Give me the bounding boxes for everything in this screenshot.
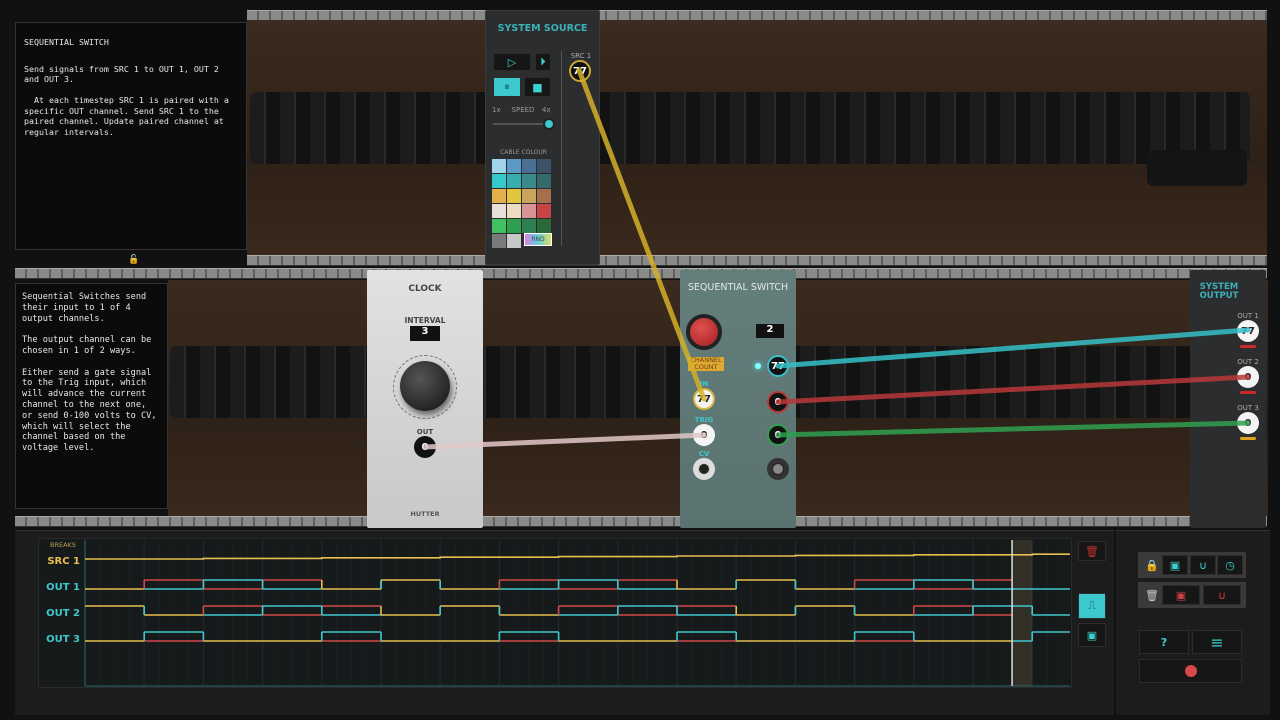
lock-modules-button[interactable]: ▣ — [1162, 555, 1188, 575]
delete-cables-button[interactable]: ∪ — [1203, 585, 1241, 605]
module-view-button[interactable]: ▣ — [1078, 623, 1106, 647]
waveform-view-button[interactable]: ⎍ — [1078, 593, 1106, 619]
menu-button[interactable]: ≡ — [1192, 630, 1242, 654]
trash-icon: 🗑 — [1145, 588, 1159, 602]
help-button[interactable]: ? — [1139, 630, 1189, 654]
delete-modules-button[interactable]: ▣ — [1162, 585, 1200, 605]
clear-timeline-button[interactable]: 🗑 — [1078, 541, 1106, 561]
lock-knobs-button[interactable]: ◷ — [1217, 555, 1243, 575]
record-icon — [1184, 665, 1197, 677]
lock-icon[interactable]: 🔒 — [1143, 555, 1161, 575]
lock-cables-button[interactable]: ∪ — [1190, 555, 1216, 575]
record-button[interactable] — [1139, 659, 1242, 683]
current-step-highlight — [1012, 540, 1033, 686]
divider — [1114, 530, 1116, 715]
